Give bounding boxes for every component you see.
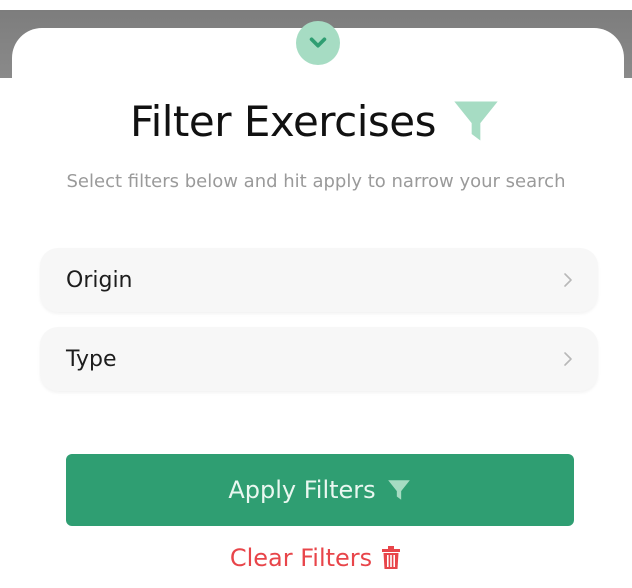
sheet-title: Filter Exercises	[129, 96, 437, 146]
clear-filters-label: Clear Filters	[229, 544, 373, 572]
clear-filters-button[interactable]: Clear Filters	[0, 538, 632, 578]
status-area	[0, 0, 632, 10]
filter-row-type[interactable]: Type	[40, 327, 598, 391]
chevron-right-icon	[560, 351, 576, 367]
apply-filters-button[interactable]: Apply Filters	[66, 454, 574, 526]
chevron-right-icon	[560, 272, 576, 288]
collapse-sheet-button[interactable]	[296, 21, 340, 65]
chevron-down-icon	[309, 37, 327, 48]
apply-filters-label: Apply Filters	[228, 476, 376, 504]
filter-row-label: Origin	[66, 267, 133, 293]
sheet-description: Select filters below and hit apply to na…	[66, 171, 566, 192]
filter-icon	[386, 477, 412, 503]
filter-icon	[450, 95, 502, 147]
filter-row-origin[interactable]: Origin	[40, 248, 598, 312]
trash-icon	[380, 546, 402, 570]
sheet-header: Filter Exercises	[0, 86, 632, 156]
filter-row-label: Type	[66, 346, 117, 372]
